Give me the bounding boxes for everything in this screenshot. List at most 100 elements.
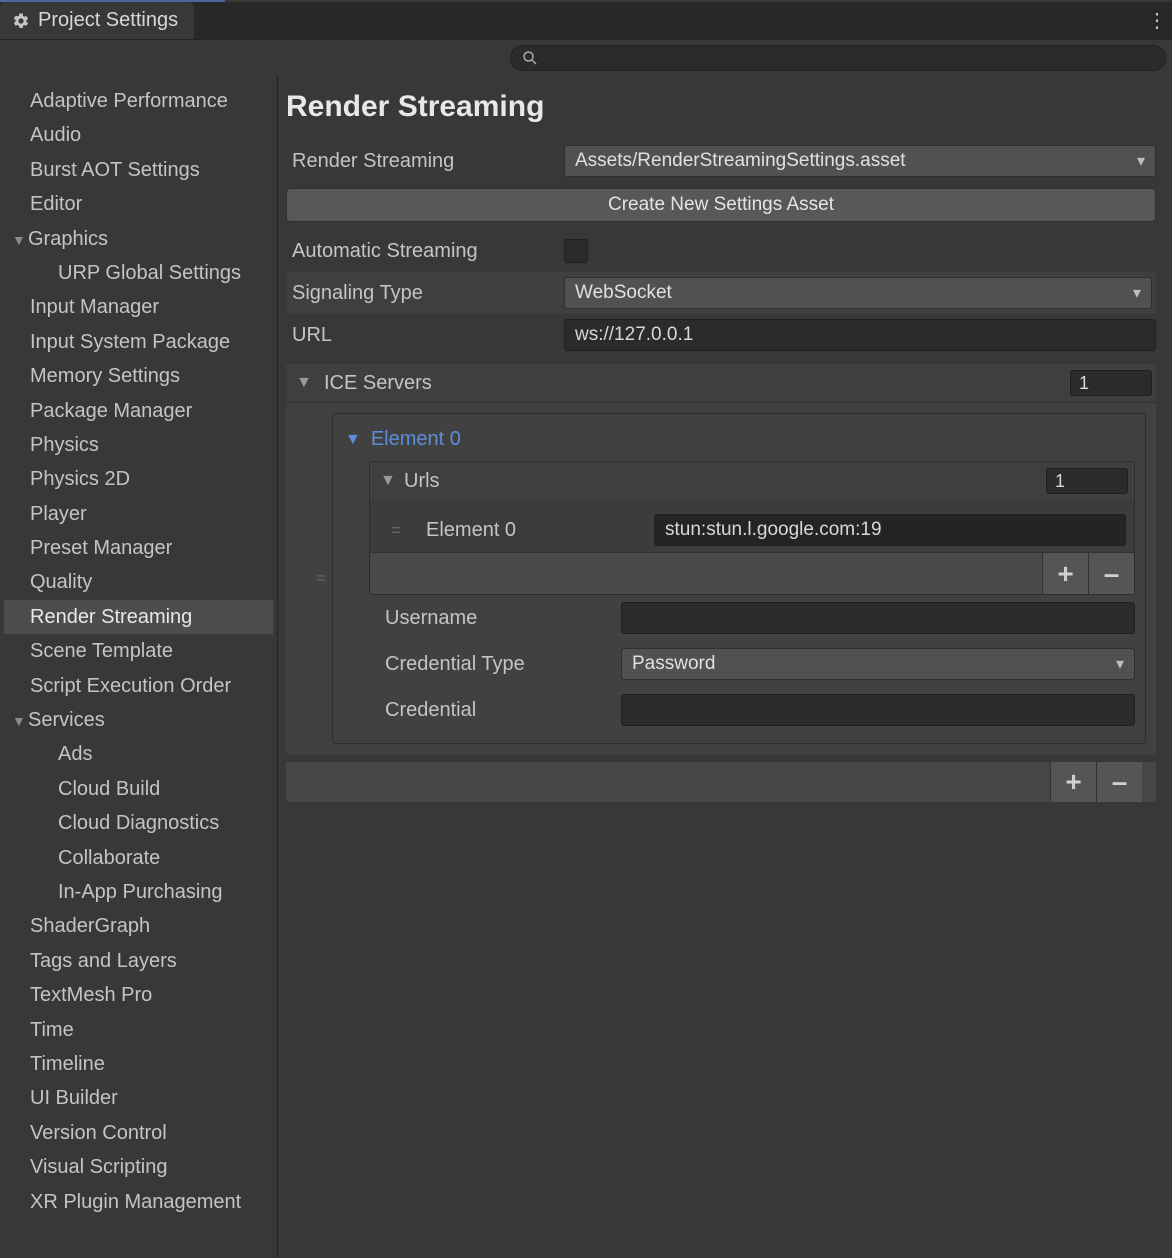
credential-type-row: Credential Type Password [369,641,1135,687]
foldout-arrow-icon: ▼ [296,374,324,392]
ice-servers-count[interactable]: 1 [1070,370,1152,396]
ice-server-element-0: ▼ Element 0 ▼ Urls 1 = [332,413,1146,744]
sidebar-item-editor[interactable]: Editor [4,187,277,221]
sidebar-item-memory-settings[interactable]: Memory Settings [4,359,277,393]
auto-streaming-checkbox[interactable] [564,239,588,263]
credential-type-dropdown[interactable]: Password [621,648,1135,680]
credential-input[interactable] [621,694,1135,726]
ice-servers-body: = ▼ Element 0 ▼ Urls 1 [286,402,1156,754]
ice-servers-add-remove-bar: + – [286,762,1156,802]
search-row [0,40,1172,76]
sidebar-item-label: Preset Manager [30,537,172,559]
create-settings-button[interactable]: Create New Settings Asset [286,188,1156,222]
sidebar-item-visual-scripting[interactable]: Visual Scripting [4,1150,277,1184]
credential-row: Credential [369,687,1135,733]
urls-header[interactable]: ▼ Urls 1 [370,462,1134,500]
asset-label: Render Streaming [286,150,564,173]
foldout-arrow-icon: ▼ [12,712,28,732]
drag-handle-icon[interactable]: = [378,520,414,541]
url-element-0-label: Element 0 [414,519,654,542]
url-element-0-input[interactable]: stun:stun.l.google.com:19 [654,514,1126,546]
element-0-label: Element 0 [371,428,461,451]
tab-project-settings[interactable]: Project Settings [0,2,194,39]
sidebar-item-ads[interactable]: Ads [4,737,277,771]
asset-row: Render Streaming Assets/RenderStreamingS… [286,140,1156,182]
sidebar-item-audio[interactable]: Audio [4,118,277,152]
sidebar-item-burst-aot-settings[interactable]: Burst AOT Settings [4,153,277,187]
sidebar-item-xr-plugin-management[interactable]: XR Plugin Management [4,1185,277,1219]
sidebar-item-cloud-diagnostics[interactable]: Cloud Diagnostics [4,806,277,840]
sidebar-item-label: Script Execution Order [30,675,231,697]
sidebar-item-label: Ads [58,743,92,765]
asset-dropdown[interactable]: Assets/RenderStreamingSettings.asset [564,145,1156,177]
username-input[interactable] [621,602,1135,634]
sidebar-item-label: Physics [30,434,99,456]
sidebar-item-textmesh-pro[interactable]: TextMesh Pro [4,978,277,1012]
sidebar-item-label: Timeline [30,1053,105,1075]
tab-title: Project Settings [38,9,178,32]
url-element-0-row: = Element 0 stun:stun.l.google.com:19 [378,508,1126,552]
sidebar-item-label: Scene Template [30,640,173,662]
sidebar-item-physics[interactable]: Physics [4,428,277,462]
sidebar-item-label: UI Builder [30,1087,118,1109]
ice-servers-remove-button[interactable]: – [1096,762,1142,802]
sidebar-item-preset-manager[interactable]: Preset Manager [4,531,277,565]
urls-body: = Element 0 stun:stun.l.google.com:19 [370,500,1134,552]
sidebar-item-input-manager[interactable]: Input Manager [4,290,277,324]
sidebar-item-label: Package Manager [30,400,192,422]
signaling-type-dropdown[interactable]: WebSocket [564,277,1152,309]
sidebar-item-adaptive-performance[interactable]: Adaptive Performance [4,84,277,118]
sidebar-item-label: Cloud Diagnostics [58,812,219,834]
sidebar-item-timeline[interactable]: Timeline [4,1047,277,1081]
sidebar-item-label: Memory Settings [30,365,180,387]
urls-count[interactable]: 1 [1046,468,1128,494]
sidebar-item-collaborate[interactable]: Collaborate [4,841,277,875]
sidebar-item-tags-and-layers[interactable]: Tags and Layers [4,944,277,978]
page-title: Render Streaming [286,86,1156,140]
sidebar-item-graphics[interactable]: ▼Graphics [4,222,277,256]
urls-add-button[interactable]: + [1042,553,1088,594]
settings-main-panel: Render Streaming Render Streaming Assets… [278,76,1172,1258]
url-row: URL ws://127.0.0.1 [286,314,1156,356]
signaling-type-label: Signaling Type [286,282,564,305]
sidebar-item-input-system-package[interactable]: Input System Package [4,325,277,359]
ice-servers-header[interactable]: ▼ ICE Servers 1 [286,364,1156,402]
sidebar-item-services[interactable]: ▼Services [4,703,277,737]
foldout-arrow-icon: ▼ [380,472,404,490]
sidebar-item-quality[interactable]: Quality [4,565,277,599]
search-icon [521,49,539,67]
sidebar-item-label: XR Plugin Management [30,1191,241,1213]
sidebar-item-ui-builder[interactable]: UI Builder [4,1081,277,1115]
sidebar-item-urp-global-settings[interactable]: URP Global Settings [4,256,277,290]
sidebar-item-label: TextMesh Pro [30,984,152,1006]
sidebar-item-shadergraph[interactable]: ShaderGraph [4,909,277,943]
urls-box: ▼ Urls 1 = Element 0 stun:stun.l.google.… [369,461,1135,595]
project-settings-window: Project Settings ⋮ Adaptive Performance A… [0,0,1172,1258]
gear-icon [12,12,30,30]
sidebar-item-version-control[interactable]: Version Control [4,1116,277,1150]
sidebar-item-label: Quality [30,571,92,593]
sidebar-item-package-manager[interactable]: Package Manager [4,394,277,428]
sidebar-item-player[interactable]: Player [4,497,277,531]
sidebar-item-label: Adaptive Performance [30,90,228,112]
sidebar-item-render-streaming[interactable]: Render Streaming [4,600,273,634]
urls-remove-button[interactable]: – [1088,553,1134,594]
url-input[interactable]: ws://127.0.0.1 [564,319,1156,351]
foldout-arrow-icon: ▼ [12,231,28,251]
url-label: URL [286,324,564,347]
sidebar-item-script-execution-order[interactable]: Script Execution Order [4,669,277,703]
sidebar-item-in-app-purchasing[interactable]: In-App Purchasing [4,875,277,909]
auto-streaming-label: Automatic Streaming [286,240,564,263]
ice-servers-add-button[interactable]: + [1050,762,1096,802]
tab-bar: Project Settings ⋮ [0,2,1172,40]
sidebar-item-cloud-build[interactable]: Cloud Build [4,772,277,806]
username-row: Username [369,595,1135,641]
sidebar-item-time[interactable]: Time [4,1013,277,1047]
sidebar-item-physics-2d[interactable]: Physics 2D [4,462,277,496]
sidebar-item-label: Input System Package [30,331,230,353]
drag-handle-icon[interactable]: = [310,570,332,588]
element-0-header[interactable]: ▼ Element 0 [343,424,1135,461]
sidebar-item-scene-template[interactable]: Scene Template [4,634,277,668]
search-input[interactable] [510,45,1166,71]
kebab-menu-icon[interactable]: ⋮ [1142,8,1172,33]
